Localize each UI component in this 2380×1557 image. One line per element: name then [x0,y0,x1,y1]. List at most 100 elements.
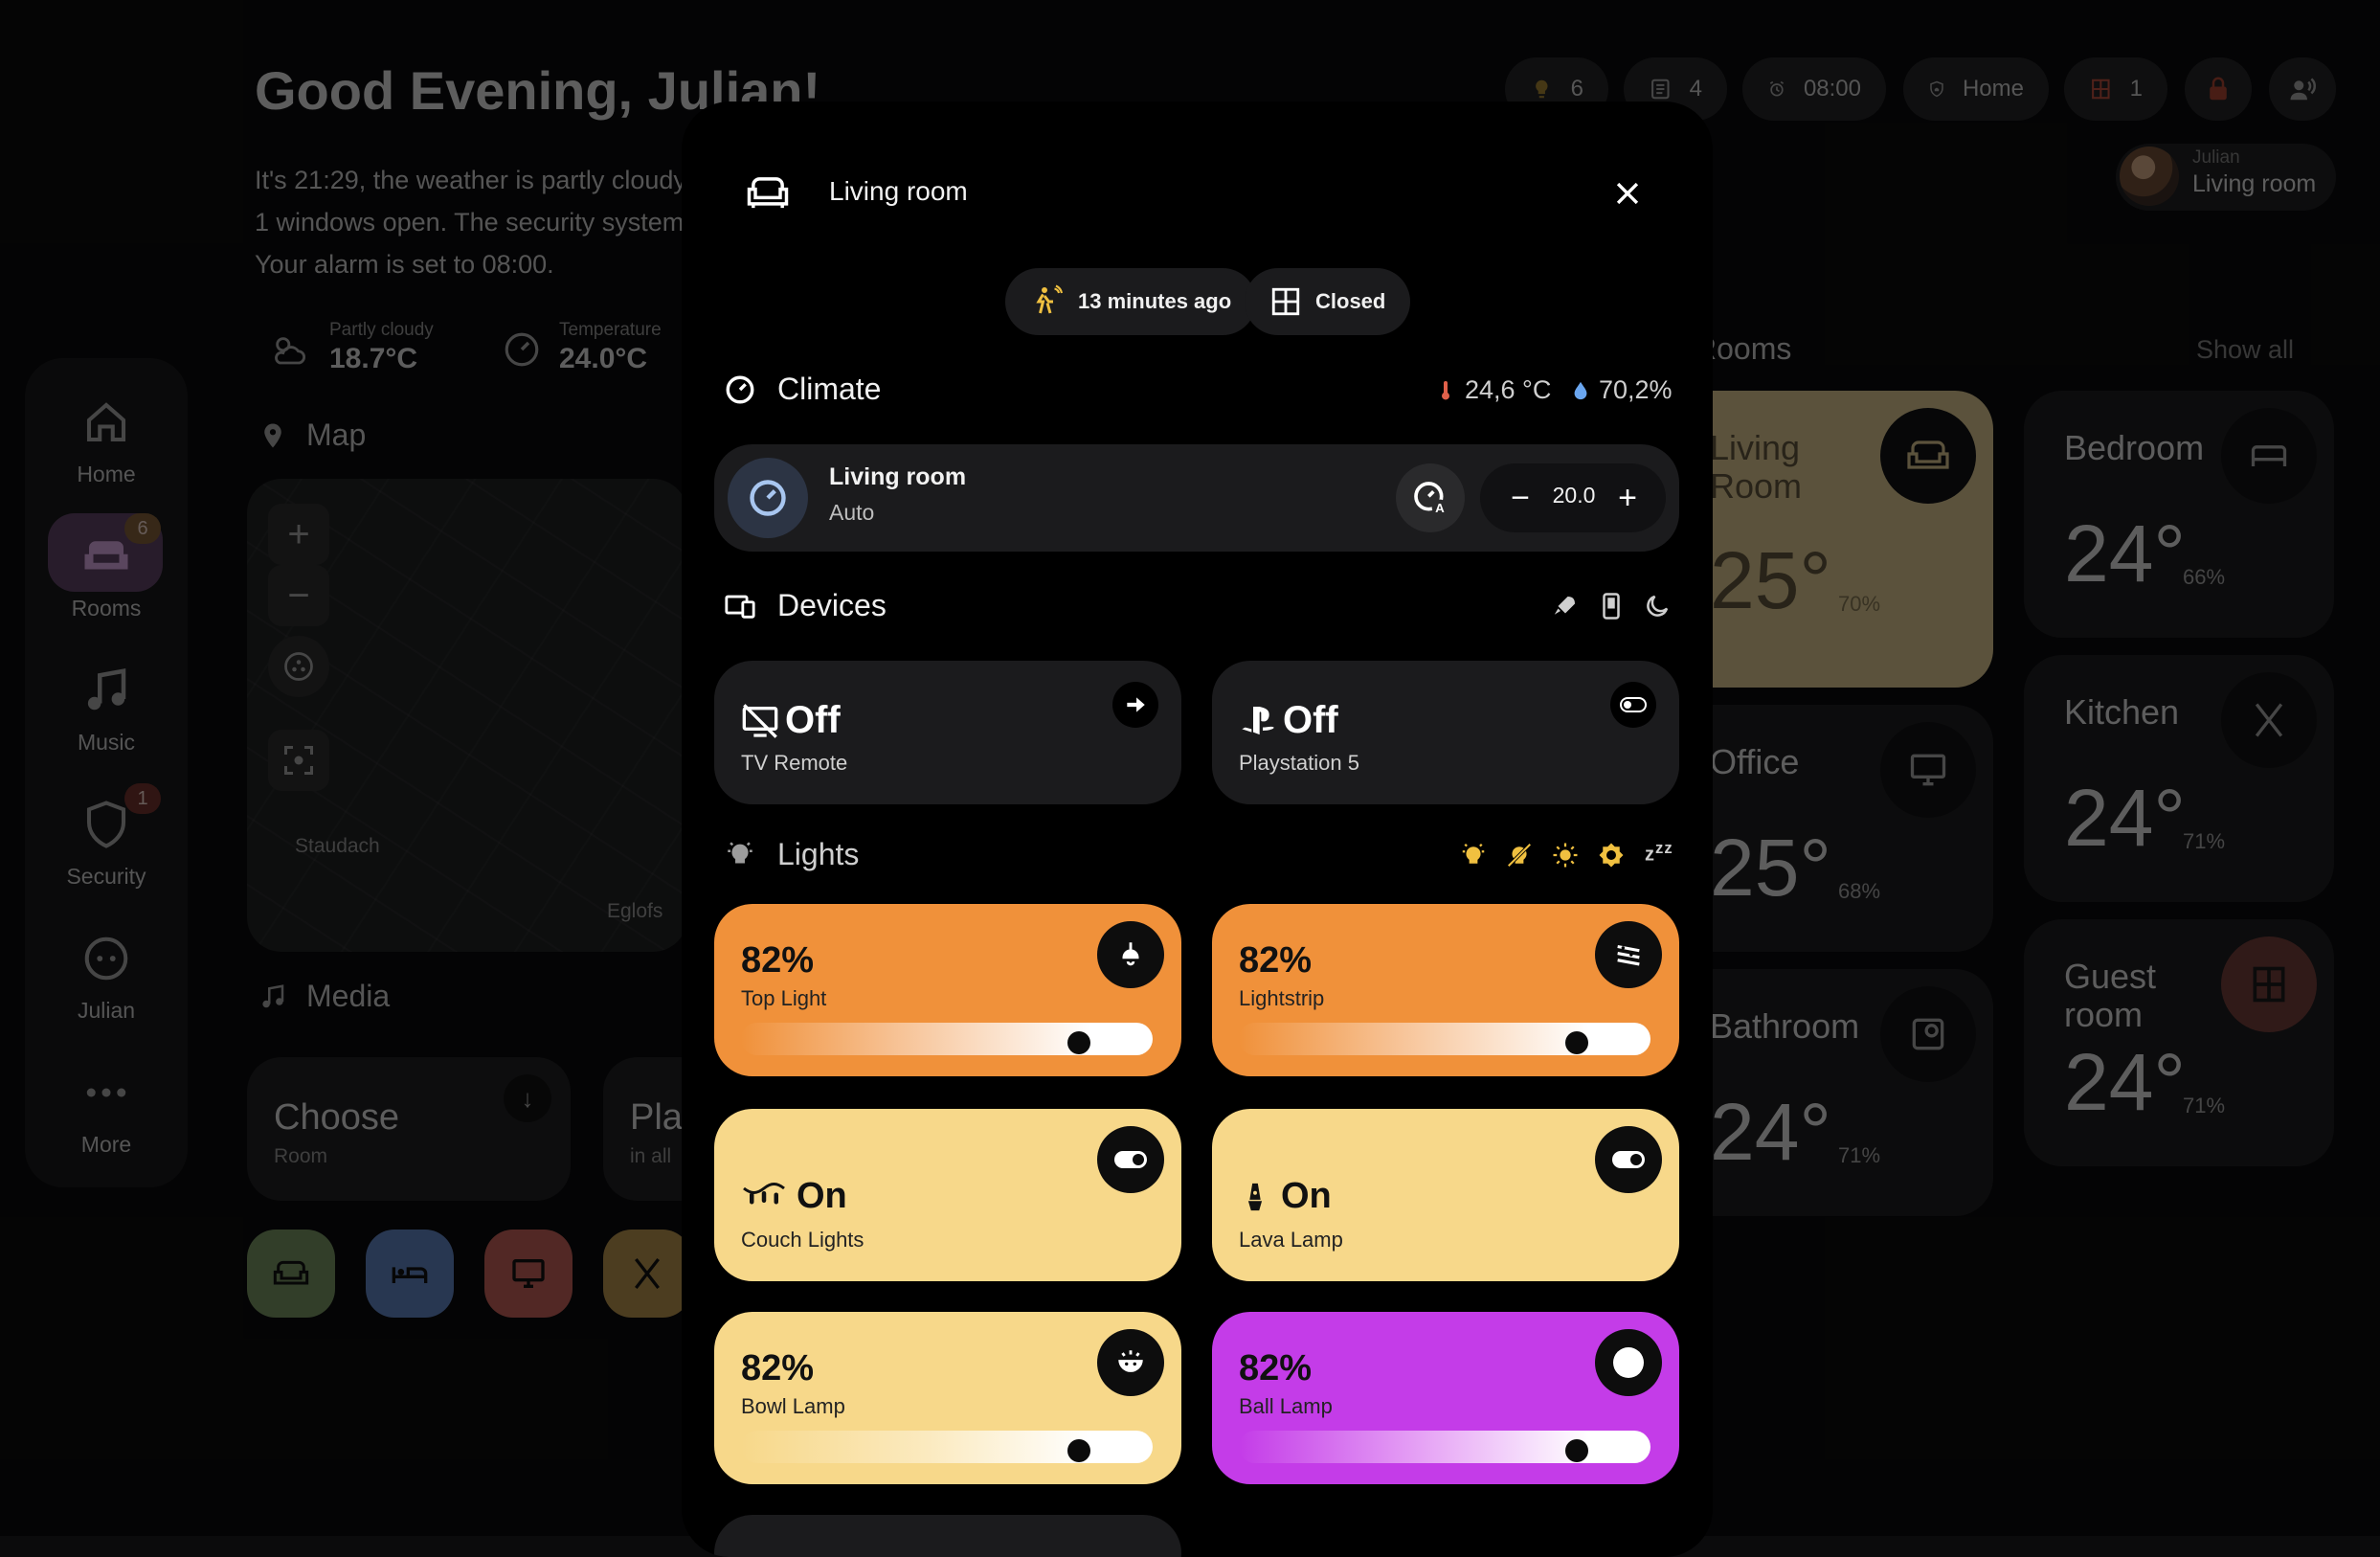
sidebar-item-julian[interactable]: Julian [25,933,188,1024]
user-room: Living room [2192,170,2317,197]
shield-home-icon [1930,80,1943,98]
light-card-partial[interactable] [714,1515,1181,1557]
voice-icon [2290,78,2316,101]
phone-icon[interactable] [1597,592,1626,621]
thermostat-card[interactable]: Living room Auto A − 20.0 + [714,444,1679,552]
lock-pill[interactable] [2185,57,2252,121]
window-chip[interactable]: Closed [1245,268,1411,335]
light-card-top-light[interactable]: 82% Top Light [714,904,1181,1076]
room-modal: Living room 13 minutes ago Closed Climat… [682,102,1713,1557]
light-card-lava-lamp[interactable]: On Lava Lamp [1212,1109,1679,1281]
light-icon-button[interactable] [1595,1329,1662,1396]
sidebar-item-music[interactable]: Music [25,665,188,756]
window-icon [2092,79,2110,100]
alarm-clock-icon [1769,80,1785,97]
windows-open-pill[interactable]: 1 [2064,57,2167,121]
room-chip-living[interactable] [247,1230,335,1318]
room-temperature: 24,6 °C [1465,375,1552,404]
devices-title: Devices [777,588,887,622]
brightness-slider[interactable] [1239,1023,1650,1055]
hvac-mode-button[interactable]: A [1396,463,1465,532]
room-card-bedroom[interactable]: Bedroom 24° 66% [2024,391,2334,638]
sleep-scene-icon[interactable]: zzz [1645,839,1673,867]
light-card-lightstrip[interactable]: 82% Lightstrip [1212,904,1679,1076]
sidebar-item-home[interactable]: Home [25,396,188,487]
zoom-out-button[interactable]: − [268,565,329,626]
alarm-pill[interactable]: 08:00 [1742,57,1886,121]
sidebar-item-label: Security [66,864,146,889]
light-icon-button[interactable] [1097,1329,1164,1396]
room-chip-office[interactable] [484,1230,573,1318]
light-card-bowl-lamp[interactable]: 82% Bowl Lamp [714,1312,1181,1484]
room-chip-bedroom[interactable] [366,1230,454,1318]
device-state: Off [1239,699,1338,742]
room-humidity: 70% [1838,592,1881,616]
room-card-office[interactable]: Office 25° 68% [1670,705,1993,952]
sofa-icon [273,1260,309,1285]
light-toggle-button[interactable] [1097,1126,1164,1193]
open-remote-button[interactable] [1112,682,1158,728]
bright-scene-icon[interactable] [1551,841,1580,869]
decrease-button[interactable]: − [1499,477,1541,519]
close-button[interactable] [1603,169,1652,218]
room-card-living[interactable]: Living Room 25° 70% [1670,391,1993,688]
led-strip-icon [1617,944,1640,966]
increase-button[interactable]: + [1606,477,1649,519]
light-name: Lightstrip [1239,986,1325,1010]
brightness-slider[interactable] [741,1431,1153,1463]
moon-icon[interactable] [1643,592,1672,621]
motion-chip[interactable]: 13 minutes ago [1005,268,1257,335]
toggle-icon [1612,1151,1645,1168]
slider-knob[interactable] [1565,1031,1588,1054]
device-card-tv-remote[interactable]: Off TV Remote [714,661,1181,804]
light-off-icon[interactable] [1505,841,1534,869]
device-card-playstation[interactable]: Off Playstation 5 [1212,661,1679,804]
motion-last-seen: 13 minutes ago [1078,289,1232,313]
slider-knob[interactable] [1067,1439,1090,1462]
window-state: Closed [1315,289,1386,313]
room-card-guest[interactable]: Guest room 24° 71% [2024,919,2334,1166]
sidebar-item-more[interactable]: More [25,1067,188,1158]
room-icon [1880,722,1976,818]
choose-room-card[interactable]: Choose Room ↓ [247,1057,571,1201]
room-temperature: 24° [2064,773,2187,863]
locate-button[interactable] [268,636,329,697]
map-place-label: Eglofs [607,900,663,922]
auto-brightness-icon[interactable] [1597,841,1626,869]
security-mode-pill[interactable]: Home [1903,57,2049,121]
summary-line: Your alarm is set to 08:00. [255,250,554,279]
room-icon [1880,986,1976,1082]
show-all-link[interactable]: Show all [2196,335,2294,365]
focus-frame-icon [284,746,313,775]
sidebar-item-rooms[interactable]: Rooms [25,530,188,621]
summary-text: It's 21:29, the weather is partly cloudy… [255,159,705,285]
lights-on-count: 6 [1570,76,1583,102]
lava-lamp-icon [1247,1183,1263,1210]
light-state-label: On [1281,1176,1332,1216]
room-temperature: 24° [2064,508,2187,598]
light-toggle-button[interactable] [1595,1126,1662,1193]
monitor-icon [512,1259,545,1288]
light-card-couch-lights[interactable]: On Couch Lights [714,1109,1181,1281]
brightness-slider[interactable] [741,1023,1153,1055]
sidebar-item-security[interactable]: Security [25,799,188,890]
shield-icon [86,801,126,848]
zoom-in-button[interactable]: + [268,504,329,565]
toggle-icon [1620,697,1647,712]
room-card-kitchen[interactable]: Kitchen 24° 71% [2024,655,2334,902]
brightness-slider[interactable] [1239,1431,1650,1463]
rocket-icon[interactable] [1551,592,1580,621]
fit-bounds-button[interactable] [268,730,329,791]
setpoint-stepper: − 20.0 + [1480,463,1666,532]
light-icon-button[interactable] [1595,921,1662,988]
power-toggle-button[interactable] [1610,682,1656,728]
slider-knob[interactable] [1565,1439,1588,1462]
thermostat-icon [505,332,539,367]
light-icon-button[interactable] [1097,921,1164,988]
room-chip-kitchen[interactable] [603,1230,691,1318]
light-card-ball-lamp[interactable]: 82% Ball Lamp [1212,1312,1679,1484]
slider-knob[interactable] [1067,1031,1090,1054]
room-card-bathroom[interactable]: Bathroom 24° 71% [1670,969,1993,1216]
light-on-icon[interactable] [1459,841,1488,869]
voice-pill[interactable] [2269,57,2336,121]
